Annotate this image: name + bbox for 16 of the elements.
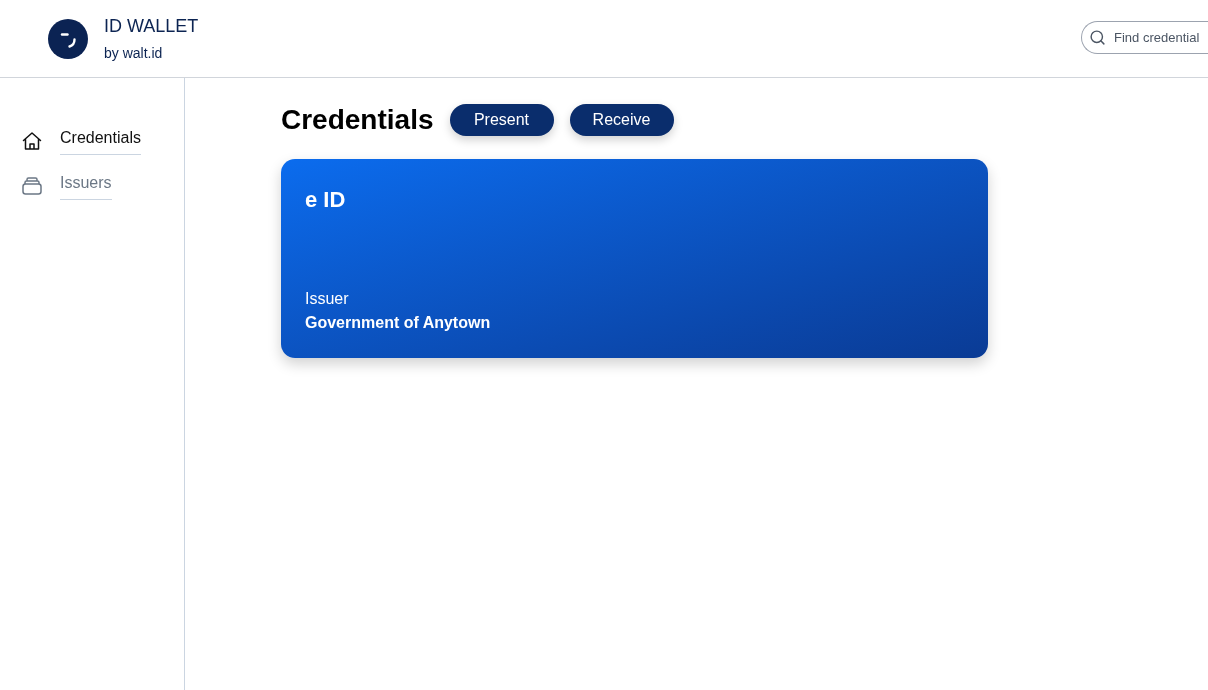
stack-icon [22, 176, 42, 195]
nav-item[interactable]: Issuers [22, 171, 112, 200]
app-subtitle: by walt.id [104, 44, 164, 63]
issuer-name: Government of Anytown [305, 313, 491, 333]
search-field[interactable]: Find credential [1081, 21, 1208, 54]
logo-icon [48, 18, 88, 59]
nav-item[interactable]: Credentials [22, 126, 141, 155]
page-title: Credentials [281, 104, 434, 136]
issuer-label: Issuer [305, 289, 349, 309]
card-title: e ID [305, 186, 346, 214]
credential-card[interactable]: e ID Issuer Government of Anytown [281, 159, 988, 358]
app-title: ID WALLET [104, 15, 199, 38]
home-icon [22, 130, 42, 151]
action-button[interactable]: Receive [569, 104, 674, 136]
search-icon [1089, 29, 1106, 46]
action-button[interactable]: Present [449, 104, 554, 136]
